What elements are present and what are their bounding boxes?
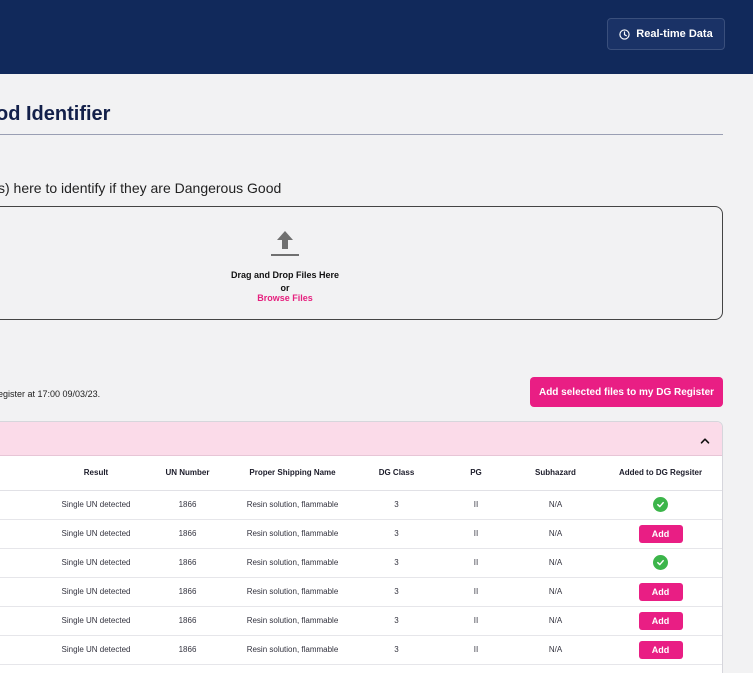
header-result: Result	[47, 456, 145, 491]
row-select-cell	[0, 519, 47, 549]
header-un-number: UN Number	[145, 456, 230, 491]
subhazard-cell: N/A	[514, 519, 597, 549]
un-number-cell: 1866	[145, 577, 230, 607]
table-row: Single UN detected 1866 Resin solution, fl…	[0, 606, 722, 636]
file-dropzone[interactable]	[0, 206, 723, 320]
add-to-register-button[interactable]: Add	[638, 524, 683, 543]
shipping-name-cell: Resin solution, flammable	[230, 606, 355, 636]
subhazard-cell: N/A	[514, 606, 597, 636]
added-status-cell	[597, 490, 722, 520]
result-cell: Single UN detected	[47, 635, 145, 665]
row-select-cell	[0, 577, 47, 607]
table-header-row: Result UN Number Proper Shipping Name DG…	[0, 456, 722, 491]
un-number-cell: 1866	[145, 606, 230, 636]
header-pg: PG	[438, 456, 514, 491]
clock-icon	[619, 28, 630, 40]
title-divider	[0, 134, 723, 135]
table-row: Single UN detected 1866 Resin solution, fl…	[0, 519, 722, 549]
subhazard-cell: N/A	[514, 490, 597, 520]
result-cell: Single UN detected	[47, 490, 145, 520]
header-select	[0, 456, 47, 491]
dg-class-cell: 3	[355, 548, 438, 578]
header-added-to-register: Added to DG Regsiter	[597, 456, 722, 491]
realtime-data-button[interactable]: Real-time Data	[607, 18, 725, 50]
subhazard-cell: N/A	[514, 548, 597, 578]
shipping-name-cell: Resin solution, flammable	[230, 548, 355, 578]
shipping-name-cell: Resin solution, flammable	[230, 635, 355, 665]
pg-cell: II	[438, 548, 514, 578]
row-select-cell	[0, 606, 47, 636]
header-dg-class: DG Class	[355, 456, 438, 491]
add-to-register-button[interactable]: Add	[638, 582, 683, 601]
dg-class-cell: 3	[355, 606, 438, 636]
result-cell: Single UN detected	[47, 577, 145, 607]
shipping-name-cell: Resin solution, flammable	[230, 577, 355, 607]
dg-class-cell: 3	[355, 635, 438, 665]
un-number-cell: 1866	[145, 490, 230, 520]
added-status-cell: Add	[597, 577, 722, 607]
result-cell: Single UN detected	[47, 548, 145, 578]
browse-files-link[interactable]: Browse Files	[220, 293, 350, 303]
un-number-cell: 1866	[145, 519, 230, 549]
result-cell: Single UN detected	[47, 519, 145, 549]
table-row: Single UN detected 1866 Resin solution, fl…	[0, 490, 722, 520]
subhazard-cell: N/A	[514, 635, 597, 665]
add-to-register-button[interactable]: Add	[638, 640, 683, 659]
top-navbar: Real-time Data	[0, 0, 753, 74]
row-select-cell	[0, 635, 47, 665]
upload-icon	[269, 228, 301, 263]
dropzone-or: or	[280, 283, 290, 293]
check-circle-icon	[653, 555, 668, 570]
shipping-name-cell: Resin solution, flammable	[230, 519, 355, 549]
added-status-cell: Add	[597, 519, 722, 549]
row-select-cell	[0, 490, 47, 520]
pg-cell: II	[438, 577, 514, 607]
dropzone-heading: Drag and Drop Files Here	[230, 270, 340, 280]
un-number-cell: 1866	[145, 635, 230, 665]
register-timestamp-note: egister at 17:00 09/03/23.	[0, 389, 101, 399]
subhazard-cell: N/A	[514, 577, 597, 607]
row-select-cell	[0, 548, 47, 578]
add-selected-to-register-button[interactable]: Add selected files to my DG Register	[530, 377, 723, 407]
results-table-card: Result UN Number Proper Shipping Name DG…	[0, 421, 723, 673]
upload-instructions: s) here to identify if they are Dangerou…	[0, 180, 282, 196]
results-header-band	[0, 422, 722, 456]
table-row: Single UN detected 1866 Resin solution, fl…	[0, 577, 722, 607]
realtime-data-label: Real-time Data	[636, 28, 713, 40]
page-title: od Identifier	[0, 103, 111, 125]
pg-cell: II	[438, 606, 514, 636]
dg-class-cell: 3	[355, 490, 438, 520]
un-number-cell: 1866	[145, 548, 230, 578]
table-row: Single UN detected 1866 Resin solution, fl…	[0, 548, 722, 578]
pg-cell: II	[438, 635, 514, 665]
added-status-cell	[597, 548, 722, 578]
table-row: Single UN detected 1866 Resin solution, fl…	[0, 635, 722, 665]
header-subhazard: Subhazard	[514, 456, 597, 491]
added-status-cell: Add	[597, 606, 722, 636]
add-to-register-button[interactable]: Add	[638, 611, 683, 630]
check-circle-icon	[653, 497, 668, 512]
dg-class-cell: 3	[355, 519, 438, 549]
pg-cell: II	[438, 519, 514, 549]
result-cell: Single UN detected	[47, 606, 145, 636]
dg-class-cell: 3	[355, 577, 438, 607]
results-table: Result UN Number Proper Shipping Name DG…	[0, 456, 722, 665]
added-status-cell: Add	[597, 635, 722, 665]
pg-cell: II	[438, 490, 514, 520]
chevron-up-icon[interactable]	[700, 433, 710, 451]
header-proper-shipping-name: Proper Shipping Name	[230, 456, 355, 491]
shipping-name-cell: Resin solution, flammable	[230, 490, 355, 520]
